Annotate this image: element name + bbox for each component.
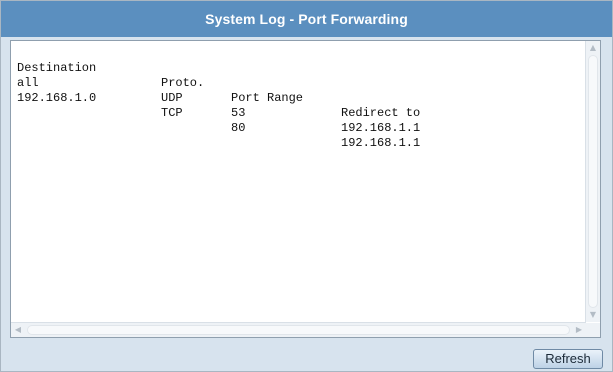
right-arrow-icon[interactable]: ▶ bbox=[572, 323, 586, 337]
log-textarea[interactable]: Destination Proto. Port Range Redirect t… bbox=[10, 40, 601, 338]
scrollbar-corner bbox=[586, 323, 600, 337]
vertical-scrollbar[interactable]: ▲ ▼ bbox=[585, 41, 600, 322]
cell-port-range: 80 bbox=[231, 121, 246, 135]
title-bar: System Log - Port Forwarding bbox=[1, 1, 612, 37]
content-panel: Destination Proto. Port Range Redirect t… bbox=[1, 37, 612, 371]
up-arrow-icon[interactable]: ▲ bbox=[586, 41, 600, 55]
down-arrow-icon[interactable]: ▼ bbox=[586, 308, 600, 322]
port-forwarding-window: System Log - Port Forwarding Destination… bbox=[0, 0, 613, 372]
log-row: 192.168.1.0 TCP 80 192.168.1.1 bbox=[17, 76, 577, 166]
horizontal-scroll-thumb[interactable] bbox=[27, 325, 570, 335]
horizontal-scrollbar[interactable]: ◀ ▶ bbox=[11, 322, 586, 337]
cell-redirect-to: 192.168.1.1 bbox=[341, 136, 421, 150]
vertical-scroll-thumb[interactable] bbox=[588, 55, 598, 308]
window-title: System Log - Port Forwarding bbox=[205, 11, 408, 27]
log-text-area: Destination Proto. Port Range Redirect t… bbox=[11, 41, 586, 322]
cell-destination: 192.168.1.0 bbox=[17, 91, 97, 105]
cell-proto: TCP bbox=[161, 106, 183, 120]
refresh-button[interactable]: Refresh bbox=[533, 349, 603, 369]
left-arrow-icon[interactable]: ◀ bbox=[11, 323, 25, 337]
